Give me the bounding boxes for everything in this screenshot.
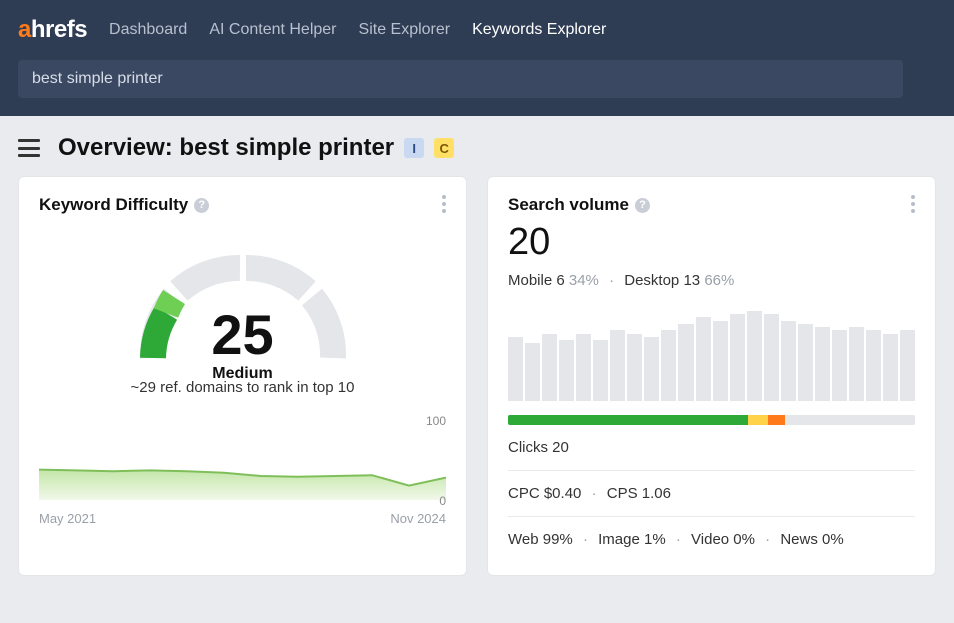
cpc-val: $0.40 bbox=[544, 485, 582, 502]
sv-device-breakdown: Mobile 6 34% · Desktop 13 66% bbox=[508, 272, 915, 289]
intent-badge-c[interactable]: C bbox=[434, 138, 454, 158]
title-keyword: best simple printer bbox=[179, 134, 394, 161]
volume-bar bbox=[576, 334, 591, 402]
kd-x-start: May 2021 bbox=[39, 511, 96, 526]
keyword-difficulty-card: Keyword Difficulty ? 25 Medium ~29 ref. … bbox=[18, 176, 467, 576]
card-menu-icon[interactable] bbox=[436, 195, 452, 213]
volume-bar bbox=[525, 343, 540, 401]
kd-y-bottom: 0 bbox=[439, 494, 446, 508]
volume-bar bbox=[542, 334, 557, 402]
clickbar-segment bbox=[768, 415, 784, 425]
clicks-distribution-bar bbox=[508, 415, 915, 425]
image-label: Image bbox=[598, 531, 640, 548]
sv-mobile-pct: 34% bbox=[569, 272, 599, 289]
clicks-label: Clicks bbox=[508, 439, 548, 456]
image-pct: 1% bbox=[644, 531, 666, 548]
kd-y-top: 100 bbox=[426, 414, 446, 428]
divider bbox=[508, 470, 915, 471]
logo-accent: a bbox=[18, 16, 31, 43]
clickbar-segment bbox=[508, 415, 748, 425]
separator-dot: · bbox=[583, 531, 588, 548]
sv-mobile-label: Mobile bbox=[508, 272, 552, 289]
video-label: Video bbox=[691, 531, 729, 548]
web-pct: 99% bbox=[543, 531, 573, 548]
keyword-search-input[interactable]: best simple printer bbox=[18, 60, 903, 98]
volume-bar bbox=[644, 337, 659, 401]
help-icon[interactable]: ? bbox=[635, 198, 650, 213]
clickbar-segment bbox=[748, 415, 768, 425]
volume-bar bbox=[678, 324, 693, 401]
news-pct: 0% bbox=[822, 531, 844, 548]
cps-label: CPS bbox=[607, 485, 638, 502]
clicks-row: Clicks 20 bbox=[508, 439, 915, 456]
separator-dot: · bbox=[765, 531, 770, 548]
sub-header: Overview: best simple printer I C bbox=[0, 116, 954, 176]
clickbar-segment bbox=[785, 415, 915, 425]
menu-icon[interactable] bbox=[18, 139, 40, 157]
separator-dot: · bbox=[676, 531, 681, 548]
intent-badge-i[interactable]: I bbox=[404, 138, 424, 158]
volume-bar bbox=[508, 337, 523, 401]
sv-desktop-pct: 66% bbox=[704, 272, 734, 289]
volume-bar bbox=[781, 321, 796, 401]
separator-dot: · bbox=[609, 272, 614, 289]
volume-bar bbox=[559, 340, 574, 401]
volume-bar bbox=[610, 330, 625, 401]
nav-ai-content-helper[interactable]: AI Content Helper bbox=[209, 21, 336, 39]
kd-title-text: Keyword Difficulty bbox=[39, 195, 188, 215]
kd-trend-chart: 100 0 May 2021 Nov 2024 bbox=[39, 420, 446, 526]
cpc-cps-row: CPC $0.40 · CPS 1.06 bbox=[508, 485, 915, 502]
cpc-label: CPC bbox=[508, 485, 540, 502]
vertical-breakdown-row: Web 99% · Image 1% · Video 0% · News 0% bbox=[508, 531, 915, 548]
volume-bar bbox=[747, 311, 762, 401]
sv-desktop-val: 13 bbox=[683, 272, 700, 289]
page-title: Overview: best simple printer I C bbox=[58, 134, 454, 162]
help-icon[interactable]: ? bbox=[194, 198, 209, 213]
volume-bar bbox=[866, 330, 881, 401]
cps-val: 1.06 bbox=[642, 485, 671, 502]
sv-volume: 20 bbox=[508, 221, 915, 264]
volume-bar bbox=[900, 330, 915, 401]
kd-trend-svg bbox=[39, 420, 446, 500]
volume-bar bbox=[832, 330, 847, 401]
logo[interactable]: ahrefs bbox=[18, 16, 87, 44]
volume-bar bbox=[798, 324, 813, 401]
volume-bar bbox=[815, 327, 830, 401]
nav-row: ahrefs Dashboard AI Content Helper Site … bbox=[18, 0, 936, 60]
card-menu-icon[interactable] bbox=[905, 195, 921, 213]
web-label: Web bbox=[508, 531, 539, 548]
sv-title: Search volume ? bbox=[508, 195, 915, 215]
sv-mobile-val: 6 bbox=[556, 272, 564, 289]
cards-row: Keyword Difficulty ? 25 Medium ~29 ref. … bbox=[0, 176, 954, 594]
volume-bar bbox=[730, 314, 745, 401]
video-pct: 0% bbox=[733, 531, 755, 548]
volume-bar bbox=[627, 334, 642, 402]
kd-score: 25 bbox=[39, 307, 446, 363]
sv-title-text: Search volume bbox=[508, 195, 629, 215]
nav-site-explorer[interactable]: Site Explorer bbox=[359, 21, 451, 39]
volume-bar bbox=[713, 321, 728, 401]
volume-bar bbox=[849, 327, 864, 401]
separator-dot: · bbox=[592, 485, 597, 502]
nav-dashboard[interactable]: Dashboard bbox=[109, 21, 187, 39]
logo-rest: hrefs bbox=[31, 16, 87, 43]
clicks-val: 20 bbox=[552, 439, 569, 456]
nav-keywords-explorer[interactable]: Keywords Explorer bbox=[472, 21, 606, 39]
volume-bar bbox=[593, 340, 608, 401]
news-label: News bbox=[780, 531, 818, 548]
top-bar: ahrefs Dashboard AI Content Helper Site … bbox=[0, 0, 954, 116]
volume-bar bbox=[696, 317, 711, 401]
kd-title: Keyword Difficulty ? bbox=[39, 195, 446, 215]
search-volume-card: Search volume ? 20 Mobile 6 34% · Deskto… bbox=[487, 176, 936, 576]
volume-bar bbox=[883, 334, 898, 402]
title-prefix: Overview: bbox=[58, 134, 179, 161]
kd-x-end: Nov 2024 bbox=[390, 511, 446, 526]
divider bbox=[508, 516, 915, 517]
kd-gauge: 25 Medium bbox=[39, 233, 446, 373]
kd-label: Medium bbox=[39, 365, 446, 383]
sv-desktop-label: Desktop bbox=[624, 272, 679, 289]
volume-bar bbox=[661, 330, 676, 401]
sv-bar-chart bbox=[508, 311, 915, 401]
volume-bar bbox=[764, 314, 779, 401]
